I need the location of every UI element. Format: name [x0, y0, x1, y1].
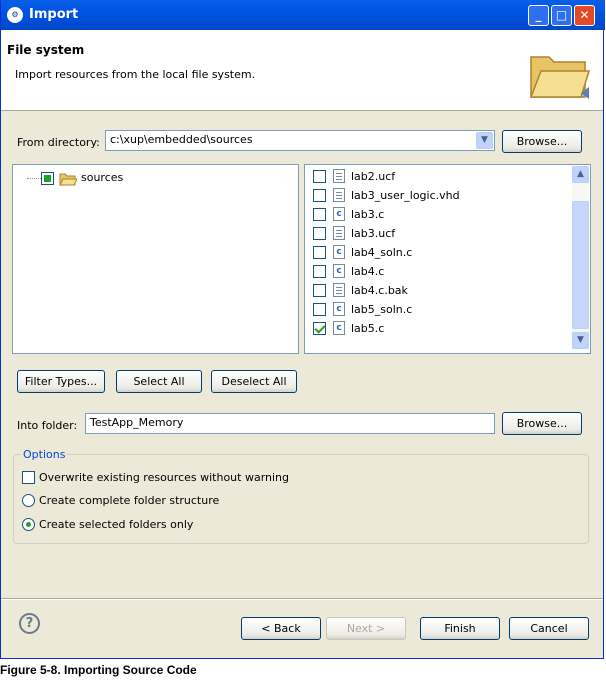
file-item[interactable]: lab3.ucf: [313, 225, 563, 244]
file-list-scrollbar[interactable]: ▲ ▼: [572, 166, 589, 349]
chevron-down-icon[interactable]: ▼: [476, 132, 493, 149]
minimize-button[interactable]: _: [528, 5, 549, 26]
into-folder-input[interactable]: TestApp_Memory: [85, 413, 495, 434]
eclipse-import-icon: ⚙: [7, 7, 23, 23]
c-file-icon: c: [333, 321, 345, 335]
folder-icon: [59, 173, 77, 186]
page-description: Import resources from the local file sys…: [15, 68, 256, 81]
wizard-header: File system Import resources from the lo…: [1, 30, 603, 111]
folder-banner-icon: [529, 56, 591, 99]
text-file-icon: [333, 226, 345, 240]
file-checkbox[interactable]: [313, 208, 326, 221]
text-file-icon: [333, 283, 345, 297]
text-file-icon: [333, 188, 345, 202]
file-checkbox[interactable]: [313, 170, 326, 183]
file-item[interactable]: c lab4_soln.c: [313, 244, 563, 263]
complete-structure-radio[interactable]: [22, 494, 35, 507]
into-folder-value: TestApp_Memory: [90, 416, 184, 429]
next-button[interactable]: Next >: [326, 617, 406, 640]
file-checkbox[interactable]: [313, 227, 326, 240]
file-checkbox[interactable]: [313, 322, 326, 335]
browse-destination-button[interactable]: Browse...: [502, 412, 582, 435]
c-file-icon: c: [333, 264, 345, 278]
scroll-down-icon[interactable]: ▼: [572, 332, 589, 349]
file-list[interactable]: lab2.ucf lab3_user_logic.vhd c lab3.c lab…: [304, 164, 591, 354]
file-item[interactable]: c lab3.c: [313, 206, 563, 225]
file-item[interactable]: lab2.ucf: [313, 168, 563, 187]
from-directory-value: c:\xup\embedded\sources: [110, 133, 253, 146]
select-all-button[interactable]: Select All: [116, 370, 202, 393]
from-directory-combo[interactable]: c:\xup\embedded\sources ▼: [105, 130, 495, 151]
c-file-icon: c: [333, 302, 345, 316]
file-checkbox[interactable]: [313, 303, 326, 316]
text-file-icon: [333, 169, 345, 183]
figure-caption: Figure 5-8. Importing Source Code: [0, 663, 197, 677]
options-legend: Options: [21, 448, 68, 461]
overwrite-checkbox[interactable]: [22, 471, 35, 484]
overwrite-label[interactable]: Overwrite existing resources without war…: [39, 471, 289, 484]
file-checkbox[interactable]: [313, 265, 326, 278]
back-button[interactable]: < Back: [241, 617, 321, 640]
page-title: File system: [7, 43, 85, 57]
file-item[interactable]: c lab4.c: [313, 263, 563, 282]
help-icon[interactable]: ?: [19, 613, 40, 634]
file-checkbox[interactable]: [313, 284, 326, 297]
maximize-button[interactable]: □: [551, 5, 572, 26]
complete-structure-label[interactable]: Create complete folder structure: [39, 494, 219, 507]
selected-folders-label[interactable]: Create selected folders only: [39, 518, 193, 531]
file-item[interactable]: c lab5_soln.c: [313, 301, 563, 320]
file-item[interactable]: lab4.c.bak: [313, 282, 563, 301]
tree-item-label: sources: [81, 171, 124, 184]
cancel-button[interactable]: Cancel: [509, 617, 589, 640]
file-checkbox[interactable]: [313, 189, 326, 202]
window-title: Import: [29, 7, 79, 22]
browse-source-button[interactable]: Browse...: [502, 130, 582, 153]
tree-checkbox[interactable]: [41, 172, 54, 185]
footer-separator: [1, 598, 603, 600]
c-file-icon: c: [333, 245, 345, 259]
deselect-all-button[interactable]: Deselect All: [211, 370, 297, 393]
selected-folders-radio[interactable]: [22, 518, 35, 531]
import-dialog: ⚙ Import _ □ ✕ File system Import resour…: [0, 0, 605, 659]
finish-button[interactable]: Finish: [420, 617, 500, 640]
filter-types-button[interactable]: Filter Types...: [17, 370, 105, 393]
c-file-icon: c: [333, 207, 345, 221]
folder-tree[interactable]: sources: [12, 164, 299, 354]
file-item[interactable]: c lab5.c: [313, 320, 563, 339]
into-folder-label: Into folder:: [17, 419, 78, 432]
file-item[interactable]: lab3_user_logic.vhd: [313, 187, 563, 206]
scroll-up-icon[interactable]: ▲: [572, 166, 589, 183]
title-bar[interactable]: ⚙ Import _ □ ✕: [1, 0, 605, 30]
file-checkbox[interactable]: [313, 246, 326, 259]
scroll-thumb[interactable]: [572, 201, 589, 329]
from-directory-label: From directory:: [17, 136, 100, 149]
close-button[interactable]: ✕: [574, 5, 595, 26]
